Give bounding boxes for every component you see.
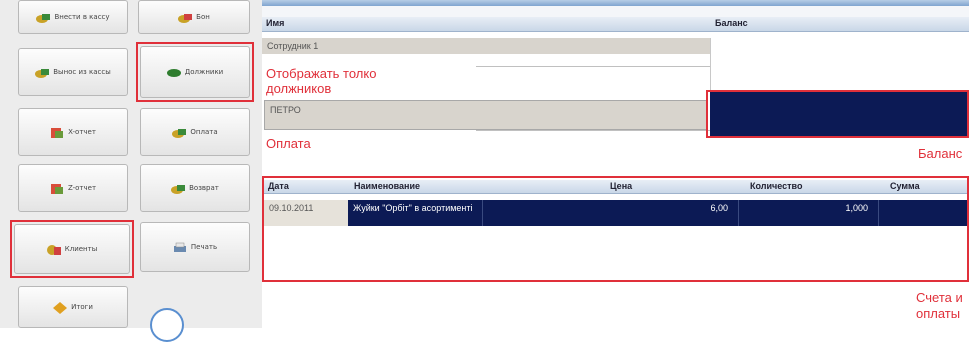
- report-icon: [50, 126, 64, 138]
- cash-icon: [36, 11, 51, 23]
- header-strip: [262, 6, 969, 17]
- annotation-debtors-only: Отображать толко должников: [266, 66, 376, 96]
- annotation-line: Счета и: [916, 290, 963, 305]
- totals-button[interactable]: Итоги: [18, 286, 128, 328]
- payment-name-value: ПЕТРО: [270, 105, 301, 115]
- col-date-header: Дата: [268, 181, 289, 191]
- row-line: [476, 66, 710, 67]
- client-name: Сотрудник 1: [267, 41, 319, 51]
- payment-name-field[interactable]: ПЕТРО: [264, 100, 708, 130]
- column-separator: [710, 38, 711, 98]
- cash-icon: [35, 66, 50, 78]
- partial-round-button[interactable]: [150, 308, 184, 342]
- table-row[interactable]: Сотрудник 1: [262, 38, 710, 54]
- col-item-header: Наименование: [354, 181, 421, 191]
- print-icon: [173, 241, 187, 253]
- clients-table-header: Имя Баланс: [262, 17, 969, 32]
- debtors-icon: [166, 66, 181, 78]
- invoice-price: 6,00: [710, 203, 728, 213]
- invoices-table-header: Дата Наименование Цена Количество Сумма: [264, 180, 969, 194]
- cash-out-button[interactable]: Вынос из кассы: [18, 48, 128, 96]
- x-report-button[interactable]: X-отчет: [18, 108, 128, 156]
- cash-icon: [172, 126, 187, 138]
- cash-icon: [171, 182, 186, 194]
- annotation-line: Отображать толко: [266, 66, 377, 81]
- invoice-qty: 1,000: [845, 203, 868, 213]
- clients-button[interactable]: Клиенты: [14, 224, 130, 274]
- report-icon: [50, 182, 64, 194]
- receipt-button[interactable]: Бон: [138, 0, 250, 34]
- annotation-line: должников: [266, 81, 332, 96]
- payment-button[interactable]: Оплата: [140, 108, 250, 156]
- column-separator: [482, 200, 483, 226]
- cash-in-button[interactable]: Внести в кассу: [18, 0, 128, 34]
- col-balance-header: Баланс: [715, 18, 748, 28]
- invoice-date: 09.10.2011: [269, 203, 314, 213]
- annotation-invoices: Счета и оплаты: [916, 290, 963, 322]
- annotation-line: оплаты: [916, 306, 961, 321]
- cash-icon: [178, 11, 193, 23]
- payment-balance-field[interactable]: [710, 92, 969, 136]
- z-report-button[interactable]: Z-отчет: [18, 164, 128, 212]
- invoice-date-cell[interactable]: 09.10.2011: [264, 200, 348, 226]
- table-row[interactable]: Жуйки "Орбіт" в асортименті 6,00 1,000: [348, 200, 969, 226]
- annotation-balance: Баланс: [918, 146, 963, 161]
- clients-icon: [46, 243, 61, 255]
- return-button[interactable]: Возврат: [140, 164, 250, 212]
- column-separator: [878, 200, 879, 226]
- col-qty-header: Количество: [750, 181, 803, 191]
- totals-icon: [53, 301, 68, 314]
- column-separator: [738, 200, 739, 226]
- annotation-payment: Оплата: [266, 136, 311, 151]
- debtors-button[interactable]: Должники: [140, 46, 250, 98]
- col-name-header: Имя: [266, 18, 285, 28]
- print-button[interactable]: Печать: [140, 222, 250, 272]
- col-sum-header: Сумма: [890, 181, 920, 191]
- row-line: [476, 130, 710, 131]
- col-price-header: Цена: [610, 181, 633, 191]
- invoice-item-name: Жуйки "Орбіт" в асортименті: [353, 203, 473, 213]
